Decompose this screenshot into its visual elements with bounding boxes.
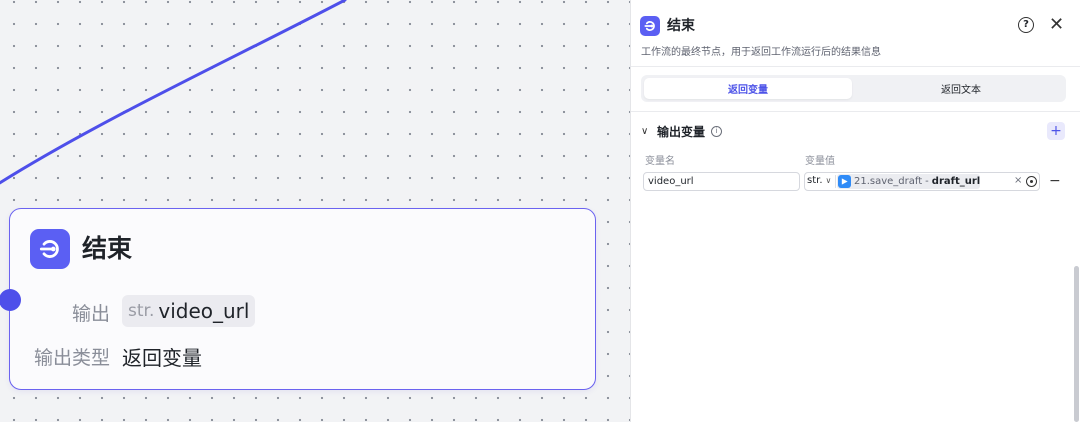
reference-separator: -: [925, 176, 929, 187]
close-icon[interactable]: ✕: [1049, 13, 1064, 37]
tab-return-text[interactable]: 返回文本: [857, 78, 1065, 99]
help-circle-icon[interactable]: ?: [1018, 17, 1034, 33]
variable-name-input[interactable]: [643, 172, 800, 191]
section-title: 输出变量: [657, 124, 706, 139]
chevron-down-icon: ∨: [825, 176, 832, 185]
output-variable-chip: str. video_url: [122, 295, 256, 327]
info-icon[interactable]: i: [711, 125, 723, 137]
panel-description: 工作流的最终节点，用于返回工作流运行后的结果信息: [641, 47, 881, 58]
end-node-icon: [30, 229, 70, 269]
reference-field-name: draft_url: [931, 176, 980, 187]
clear-reference-icon[interactable]: ×: [1014, 175, 1022, 186]
panel-scrollbar[interactable]: [1074, 266, 1079, 422]
chevron-down-icon[interactable]: ∨: [641, 126, 651, 137]
output-variable-name: video_url: [158, 299, 250, 323]
variable-picker-icon[interactable]: [1026, 176, 1037, 187]
tab-return-variable[interactable]: 返回变量: [644, 78, 852, 99]
output-type-value: 返回变量: [122, 346, 202, 370]
input-port-handle[interactable]: [0, 289, 21, 311]
return-mode-tabs: 返回变量 返回文本: [641, 75, 1066, 102]
output-type-label: 输出类型: [33, 347, 110, 369]
tabs-divider: [631, 111, 1080, 112]
workflow-canvas[interactable]: 结束 输出 str. video_url 输出类型 返回变量: [0, 0, 630, 422]
type-select-value: str.: [807, 175, 823, 186]
variable-value-field[interactable]: str. ∨ 21.save_draft - draft_url ×: [804, 172, 1040, 191]
output-variables-section-header[interactable]: ∨ 输出变量 i: [641, 122, 723, 140]
type-select[interactable]: str. ∨: [807, 175, 831, 186]
end-node-card[interactable]: 结束 输出 str. video_url 输出类型 返回变量: [9, 208, 596, 390]
header-divider: [631, 66, 1080, 67]
output-variable-type: str.: [128, 301, 155, 321]
node-reference-icon: [838, 175, 851, 188]
column-header-name: 变量名: [645, 156, 675, 167]
column-header-value: 变量值: [805, 156, 835, 167]
reference-node-name: 21.save_draft: [854, 176, 923, 187]
panel-end-node-icon: [640, 16, 660, 36]
value-separator: [835, 175, 836, 188]
remove-variable-button[interactable]: −: [1049, 172, 1061, 190]
end-node-title: 结束: [82, 234, 133, 263]
add-variable-button[interactable]: +: [1047, 122, 1065, 140]
panel-title: 结束: [667, 18, 695, 34]
reference-chip[interactable]: 21.save_draft - draft_url: [837, 174, 980, 189]
node-config-panel: 结束 ? ✕ 工作流的最终节点，用于返回工作流运行后的结果信息 返回变量 返回文…: [630, 0, 1080, 422]
